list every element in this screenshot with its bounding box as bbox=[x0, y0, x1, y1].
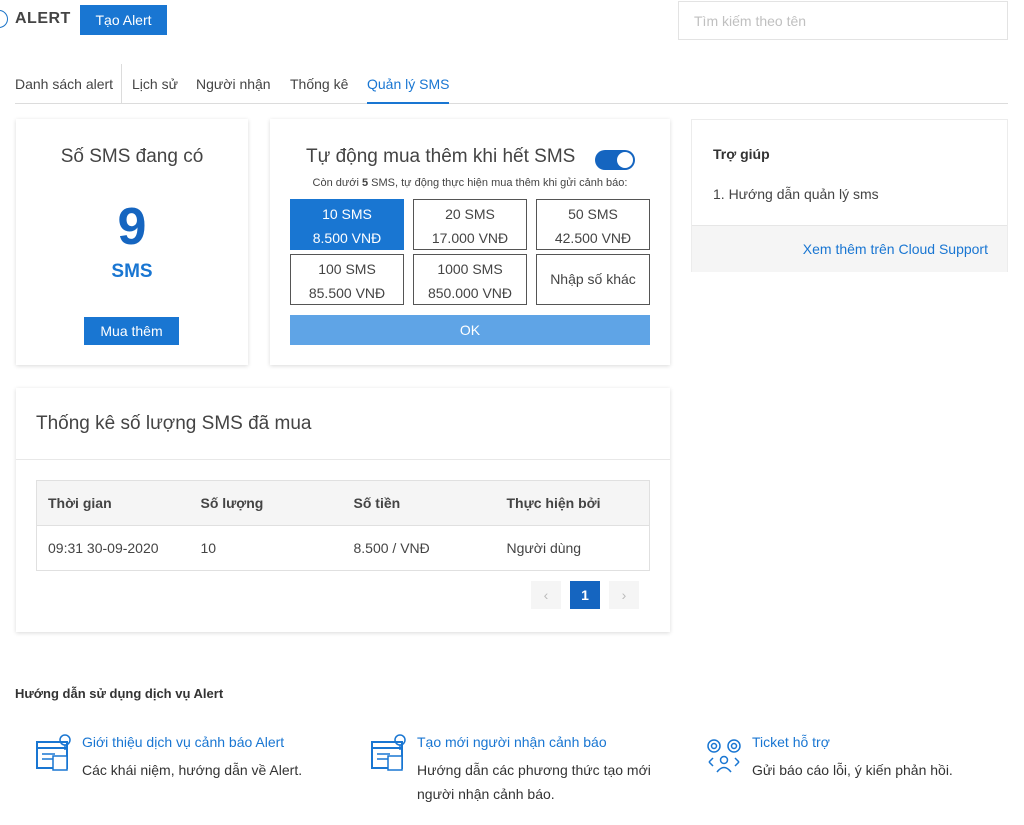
divider bbox=[16, 459, 670, 460]
help-footer: Xem thêm trên Cloud Support bbox=[692, 225, 1007, 272]
package-1000-sms[interactable]: 1000 SMS 850.000 VNĐ bbox=[413, 254, 527, 305]
sms-purchase-stats-card: Thống kê số lượng SMS đã mua Thời gian S… bbox=[16, 388, 670, 632]
presentation-board-icon bbox=[36, 734, 71, 771]
cloud-support-link[interactable]: Xem thêm trên Cloud Support bbox=[803, 241, 988, 257]
auto-buy-card: Tự động mua thêm khi hết SMS Còn dưới 5 … bbox=[270, 119, 670, 365]
tab-history[interactable]: Lịch sử bbox=[132, 64, 178, 104]
cell-performed-by: Người dùng bbox=[506, 540, 582, 556]
table-header-row: Thời gian Số lượng Số tiền Thực hiện bởi bbox=[36, 480, 650, 526]
package-sms: 1000 SMS bbox=[437, 261, 503, 277]
header: ALERT Tạo Alert bbox=[0, 0, 1024, 44]
column-header-quantity: Số lượng bbox=[189, 480, 343, 526]
guide-desc-intro: Các khái niệm, hướng dẫn về Alert. bbox=[82, 762, 303, 778]
package-price: 42.500 VNĐ bbox=[554, 230, 632, 246]
help-card: Trợ giúp 1. Hướng dẫn quản lý sms Xem th… bbox=[691, 119, 1008, 272]
stats-title: Thống kê số lượng SMS đã mua bbox=[36, 413, 312, 434]
cell-time: 09:31 30-09-2020 bbox=[48, 540, 159, 556]
cell-quantity: 10 bbox=[200, 540, 217, 556]
page-button-1[interactable]: 1 bbox=[570, 581, 600, 609]
toggle-knob bbox=[617, 152, 633, 168]
column-header-time: Thời gian bbox=[36, 480, 190, 526]
guide-desc-ticket: Gửi báo cáo lỗi, ý kiến phản hồi. bbox=[752, 762, 953, 778]
package-100-sms[interactable]: 100 SMS 85.500 VNĐ bbox=[290, 254, 404, 305]
guide-desc-new-recipient: Hướng dẫn các phương thức tạo mới người … bbox=[417, 762, 651, 802]
desc-suffix: SMS, tự động thực hiện mua thêm khi gửi … bbox=[368, 177, 628, 189]
package-sms: 100 SMS bbox=[318, 261, 376, 277]
tab-alert-list[interactable]: Danh sách alert bbox=[15, 64, 113, 104]
tab-statistics[interactable]: Thống kê bbox=[290, 64, 348, 104]
guide-link-intro[interactable]: Giới thiệu dịch vụ cảnh báo Alert bbox=[82, 734, 284, 750]
buy-more-button[interactable]: Mua thêm bbox=[84, 317, 179, 345]
cell-amount: 8.500 / VNĐ bbox=[353, 540, 430, 556]
column-header-performed-by: Thực hiện bởi bbox=[495, 480, 650, 526]
package-sms: 20 SMS bbox=[445, 206, 495, 222]
auto-buy-description: Còn dưới 5 SMS, tự động thực hiện mua th… bbox=[270, 177, 670, 189]
package-price: 8.500 VNĐ bbox=[312, 230, 382, 246]
tab-sms-management[interactable]: Quản lý SMS bbox=[367, 64, 450, 104]
page-title: ALERT bbox=[15, 10, 71, 27]
auto-buy-title: Tự động mua thêm khi hết SMS bbox=[306, 146, 576, 167]
package-price: 85.500 VNĐ bbox=[308, 285, 386, 301]
sms-balance-card: Số SMS đang có 9 SMS Mua thêm bbox=[16, 119, 248, 365]
create-alert-button[interactable]: Tạo Alert bbox=[80, 5, 167, 35]
guide-section-title: Hướng dẫn sử dụng dịch vụ Alert bbox=[15, 686, 224, 701]
next-page-button[interactable]: › bbox=[609, 581, 639, 609]
back-icon[interactable] bbox=[0, 10, 8, 28]
sms-count: 9 bbox=[117, 198, 147, 256]
column-header-amount: Số tiền bbox=[342, 480, 496, 526]
help-item[interactable]: 1. Hướng dẫn quản lý sms bbox=[713, 186, 879, 202]
tab-bar: Danh sách alert Lịch sử Người nhận Thống… bbox=[15, 64, 1008, 104]
sms-balance-title: Số SMS đang có bbox=[60, 146, 204, 167]
package-custom-amount[interactable]: Nhập số khác bbox=[536, 254, 650, 305]
help-title: Trợ giúp bbox=[713, 146, 770, 162]
package-50-sms[interactable]: 50 SMS 42.500 VNĐ bbox=[536, 199, 650, 250]
tab-divider bbox=[121, 64, 122, 104]
support-ticket-icon bbox=[707, 739, 741, 773]
package-10-sms[interactable]: 10 SMS 8.500 VNĐ bbox=[290, 199, 404, 250]
package-sms: 50 SMS bbox=[568, 206, 618, 222]
auto-buy-toggle[interactable] bbox=[595, 150, 635, 170]
package-sms: Nhập số khác bbox=[550, 271, 636, 287]
stats-table: Thời gian Số lượng Số tiền Thực hiện bởi… bbox=[36, 480, 650, 571]
package-price: 17.000 VNĐ bbox=[431, 230, 509, 246]
tab-recipients[interactable]: Người nhận bbox=[196, 64, 271, 104]
package-price: 850.000 VNĐ bbox=[427, 285, 513, 301]
sms-unit: SMS bbox=[111, 261, 153, 282]
prev-page-button[interactable]: ‹ bbox=[531, 581, 561, 609]
table-row: 09:31 30-09-2020 10 8.500 / VNĐ Người dù… bbox=[37, 526, 650, 571]
package-sms: 10 SMS bbox=[322, 206, 372, 222]
search-input[interactable] bbox=[678, 1, 1008, 40]
ok-button[interactable]: OK bbox=[290, 315, 650, 345]
desc-prefix: Còn dưới bbox=[312, 177, 362, 189]
presentation-board-icon bbox=[371, 734, 406, 771]
guide-link-new-recipient[interactable]: Tạo mới người nhận cảnh báo bbox=[417, 734, 607, 750]
guide-link-ticket[interactable]: Ticket hỗ trợ bbox=[752, 734, 830, 750]
package-20-sms[interactable]: 20 SMS 17.000 VNĐ bbox=[413, 199, 527, 250]
